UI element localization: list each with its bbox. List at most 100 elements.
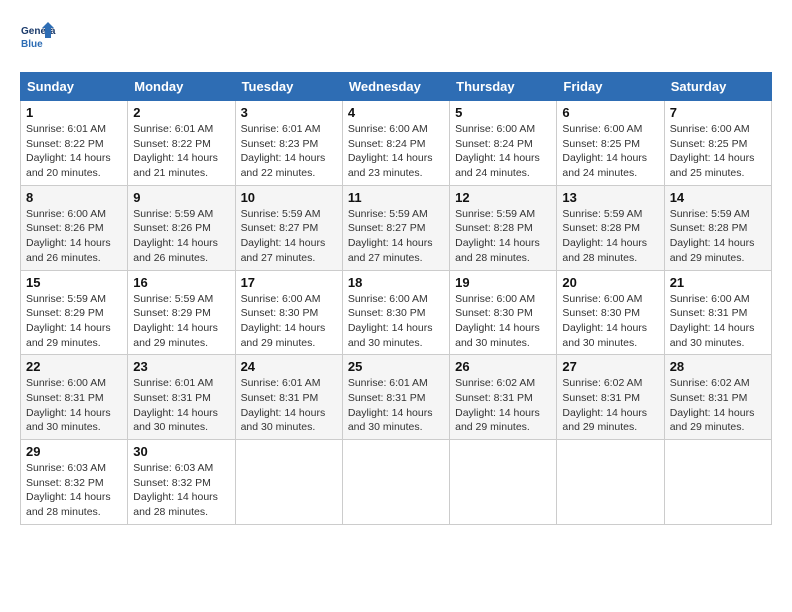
calendar-cell: 9 Sunrise: 5:59 AM Sunset: 8:26 PM Daylig… (128, 185, 235, 270)
day-info: Sunrise: 6:00 AM Sunset: 8:24 PM Dayligh… (348, 122, 444, 181)
day-info: Sunrise: 5:59 AM Sunset: 8:27 PM Dayligh… (348, 207, 444, 266)
calendar-cell: 3 Sunrise: 6:01 AM Sunset: 8:23 PM Daylig… (235, 101, 342, 186)
calendar-header-row: SundayMondayTuesdayWednesdayThursdayFrid… (21, 73, 772, 101)
day-info: Sunrise: 6:01 AM Sunset: 8:31 PM Dayligh… (133, 376, 229, 435)
page-header: General Blue (20, 20, 772, 56)
day-info: Sunrise: 5:59 AM Sunset: 8:27 PM Dayligh… (241, 207, 337, 266)
calendar-week-2: 8Sunrise: 6:00 AM Sunset: 8:26 PM Daylig… (21, 185, 772, 270)
weekday-header-sunday: Sunday (21, 73, 128, 101)
weekday-header-wednesday: Wednesday (342, 73, 449, 101)
weekday-header-thursday: Thursday (450, 73, 557, 101)
day-info: Sunrise: 6:00 AM Sunset: 8:31 PM Dayligh… (26, 376, 122, 435)
day-info: Sunrise: 6:01 AM Sunset: 8:22 PM Dayligh… (26, 122, 122, 181)
calendar-cell: 2 Sunrise: 6:01 AM Sunset: 8:22 PM Daylig… (128, 101, 235, 186)
calendar-cell: 7Sunrise: 6:00 AM Sunset: 8:25 PM Daylig… (664, 101, 771, 186)
weekday-header-friday: Friday (557, 73, 664, 101)
calendar-cell: 30 Sunrise: 6:03 AM Sunset: 8:32 PM Dayli… (128, 440, 235, 525)
day-number: 24 (241, 359, 337, 374)
day-number: 18 (348, 275, 444, 290)
calendar-cell: 29 Sunrise: 6:03 AM Sunset: 8:32 PM Dayli… (21, 440, 128, 525)
calendar-cell: 25 Sunrise: 6:01 AM Sunset: 8:31 PM Dayli… (342, 355, 449, 440)
calendar-cell: 12Sunrise: 5:59 AM Sunset: 8:28 PM Dayli… (450, 185, 557, 270)
calendar-table: SundayMondayTuesdayWednesdayThursdayFrid… (20, 72, 772, 525)
day-number: 17 (241, 275, 337, 290)
day-number: 26 (455, 359, 551, 374)
day-number: 6 (562, 105, 658, 120)
day-info: Sunrise: 6:00 AM Sunset: 8:24 PM Dayligh… (455, 122, 551, 181)
calendar-cell: 4 Sunrise: 6:00 AM Sunset: 8:24 PM Daylig… (342, 101, 449, 186)
day-number: 20 (562, 275, 658, 290)
calendar-cell: 19 Sunrise: 6:00 AM Sunset: 8:30 PM Dayli… (450, 270, 557, 355)
day-info: Sunrise: 6:01 AM Sunset: 8:31 PM Dayligh… (348, 376, 444, 435)
calendar-cell: 11 Sunrise: 5:59 AM Sunset: 8:27 PM Dayli… (342, 185, 449, 270)
calendar-cell: 20 Sunrise: 6:00 AM Sunset: 8:30 PM Dayli… (557, 270, 664, 355)
calendar-cell: 22 Sunrise: 6:00 AM Sunset: 8:31 PM Dayli… (21, 355, 128, 440)
svg-text:Blue: Blue (21, 39, 43, 50)
day-info: Sunrise: 6:00 AM Sunset: 8:30 PM Dayligh… (348, 292, 444, 351)
day-info: Sunrise: 5:59 AM Sunset: 8:28 PM Dayligh… (670, 207, 766, 266)
day-number: 15 (26, 275, 122, 290)
calendar-cell: 6 Sunrise: 6:00 AM Sunset: 8:25 PM Daylig… (557, 101, 664, 186)
day-info: Sunrise: 6:00 AM Sunset: 8:30 PM Dayligh… (241, 292, 337, 351)
day-info: Sunrise: 6:00 AM Sunset: 8:30 PM Dayligh… (455, 292, 551, 351)
calendar-cell: 27 Sunrise: 6:02 AM Sunset: 8:31 PM Dayli… (557, 355, 664, 440)
calendar-cell (664, 440, 771, 525)
day-number: 19 (455, 275, 551, 290)
day-number: 2 (133, 105, 229, 120)
day-info: Sunrise: 6:00 AM Sunset: 8:30 PM Dayligh… (562, 292, 658, 351)
day-info: Sunrise: 6:01 AM Sunset: 8:31 PM Dayligh… (241, 376, 337, 435)
calendar-cell: 21Sunrise: 6:00 AM Sunset: 8:31 PM Dayli… (664, 270, 771, 355)
day-number: 22 (26, 359, 122, 374)
calendar-cell: 23 Sunrise: 6:01 AM Sunset: 8:31 PM Dayli… (128, 355, 235, 440)
day-number: 23 (133, 359, 229, 374)
calendar-cell: 13Sunrise: 5:59 AM Sunset: 8:28 PM Dayli… (557, 185, 664, 270)
day-number: 29 (26, 444, 122, 459)
day-number: 9 (133, 190, 229, 205)
weekday-header-tuesday: Tuesday (235, 73, 342, 101)
calendar-cell: 10Sunrise: 5:59 AM Sunset: 8:27 PM Dayli… (235, 185, 342, 270)
calendar-cell (557, 440, 664, 525)
day-info: Sunrise: 5:59 AM Sunset: 8:28 PM Dayligh… (562, 207, 658, 266)
calendar-cell: 15Sunrise: 5:59 AM Sunset: 8:29 PM Dayli… (21, 270, 128, 355)
weekday-header-monday: Monday (128, 73, 235, 101)
day-number: 25 (348, 359, 444, 374)
day-number: 11 (348, 190, 444, 205)
calendar-cell: 28Sunrise: 6:02 AM Sunset: 8:31 PM Dayli… (664, 355, 771, 440)
calendar-cell: 1 Sunrise: 6:01 AM Sunset: 8:22 PM Daylig… (21, 101, 128, 186)
day-info: Sunrise: 6:03 AM Sunset: 8:32 PM Dayligh… (133, 461, 229, 520)
day-number: 3 (241, 105, 337, 120)
day-number: 30 (133, 444, 229, 459)
calendar-cell: 18 Sunrise: 6:00 AM Sunset: 8:30 PM Dayli… (342, 270, 449, 355)
logo: General Blue (20, 20, 56, 56)
calendar-cell: 26 Sunrise: 6:02 AM Sunset: 8:31 PM Dayli… (450, 355, 557, 440)
logo-icon: General Blue (20, 20, 56, 56)
day-number: 1 (26, 105, 122, 120)
day-number: 14 (670, 190, 766, 205)
day-number: 7 (670, 105, 766, 120)
day-info: Sunrise: 6:01 AM Sunset: 8:22 PM Dayligh… (133, 122, 229, 181)
day-number: 28 (670, 359, 766, 374)
day-info: Sunrise: 6:02 AM Sunset: 8:31 PM Dayligh… (455, 376, 551, 435)
calendar-cell: 5 Sunrise: 6:00 AM Sunset: 8:24 PM Daylig… (450, 101, 557, 186)
calendar-cell: 8Sunrise: 6:00 AM Sunset: 8:26 PM Daylig… (21, 185, 128, 270)
day-number: 5 (455, 105, 551, 120)
day-info: Sunrise: 6:02 AM Sunset: 8:31 PM Dayligh… (562, 376, 658, 435)
day-number: 27 (562, 359, 658, 374)
calendar-cell: 16 Sunrise: 5:59 AM Sunset: 8:29 PM Dayli… (128, 270, 235, 355)
calendar-cell (342, 440, 449, 525)
calendar-week-3: 15 Sunrise: 5:59 AM Sunset: 8:29 PM Dayli… (21, 270, 772, 355)
day-number: 4 (348, 105, 444, 120)
day-number: 8 (26, 190, 122, 205)
calendar-cell (450, 440, 557, 525)
day-info: Sunrise: 6:00 AM Sunset: 8:31 PM Dayligh… (670, 292, 766, 351)
day-info: Sunrise: 5:59 AM Sunset: 8:26 PM Dayligh… (133, 207, 229, 266)
day-info: Sunrise: 6:03 AM Sunset: 8:32 PM Dayligh… (26, 461, 122, 520)
day-number: 16 (133, 275, 229, 290)
calendar-cell: 24 Sunrise: 6:01 AM Sunset: 8:31 PM Dayli… (235, 355, 342, 440)
day-info: Sunrise: 5:59 AM Sunset: 8:28 PM Dayligh… (455, 207, 551, 266)
calendar-week-5: 29 Sunrise: 6:03 AM Sunset: 8:32 PM Dayli… (21, 440, 772, 525)
day-info: Sunrise: 6:01 AM Sunset: 8:23 PM Dayligh… (241, 122, 337, 181)
day-info: Sunrise: 5:59 AM Sunset: 8:29 PM Dayligh… (133, 292, 229, 351)
day-info: Sunrise: 6:00 AM Sunset: 8:25 PM Dayligh… (562, 122, 658, 181)
calendar-week-1: 1 Sunrise: 6:01 AM Sunset: 8:22 PM Daylig… (21, 101, 772, 186)
